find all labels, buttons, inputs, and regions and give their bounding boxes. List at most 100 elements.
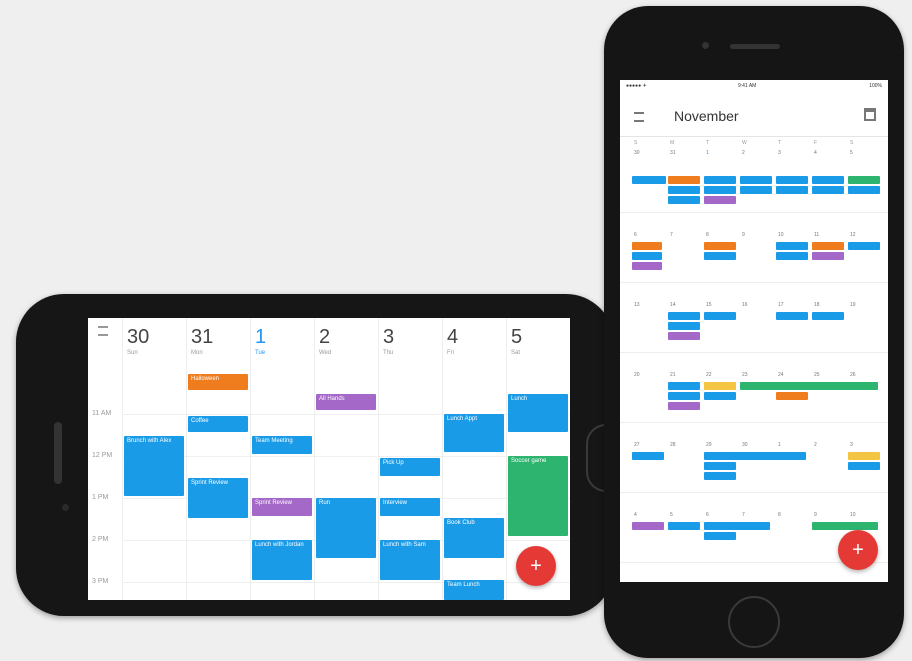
calendar-event[interactable]: Run xyxy=(316,498,376,558)
calendar-event[interactable]: Sprint Review xyxy=(188,478,248,518)
calendar-icon[interactable] xyxy=(864,108,876,121)
calendar-event[interactable] xyxy=(812,522,878,530)
day-name: Wed xyxy=(319,350,332,356)
calendar-event[interactable] xyxy=(740,176,772,184)
calendar-event[interactable] xyxy=(668,522,700,530)
calendar-event[interactable] xyxy=(740,186,772,194)
calendar-event[interactable] xyxy=(704,312,736,320)
calendar-event[interactable] xyxy=(776,176,808,184)
date-number: 12 xyxy=(850,232,856,238)
calendar-event[interactable] xyxy=(632,522,664,530)
home-button[interactable] xyxy=(728,596,780,648)
calendar-event[interactable]: Lunch with Sam xyxy=(380,540,440,580)
phone-camera xyxy=(62,504,69,511)
date-number: 2 xyxy=(742,150,745,156)
date-number: 25 xyxy=(814,372,820,378)
battery-indicator: 100% xyxy=(869,83,882,89)
calendar-event[interactable] xyxy=(704,392,736,400)
calendar-event[interactable] xyxy=(668,402,700,410)
calendar-event[interactable] xyxy=(704,382,736,390)
calendar-event[interactable] xyxy=(704,242,736,250)
calendar-event[interactable]: Brunch with Alex xyxy=(124,436,184,496)
calendar-event[interactable] xyxy=(704,472,736,480)
add-event-button[interactable]: + xyxy=(838,530,878,570)
calendar-event[interactable] xyxy=(704,186,736,194)
calendar-event[interactable]: Interview xyxy=(380,498,440,516)
menu-icon[interactable] xyxy=(634,112,644,122)
day-name: Fri xyxy=(447,350,454,356)
calendar-event[interactable] xyxy=(776,392,808,400)
date-number: 19 xyxy=(850,302,856,308)
calendar-event[interactable]: Sprint Review xyxy=(252,498,312,516)
calendar-event[interactable] xyxy=(776,186,808,194)
date-number: 17 xyxy=(778,302,784,308)
calendar-event[interactable] xyxy=(632,176,666,184)
date-number: 5 xyxy=(670,512,673,518)
calendar-event[interactable]: Lunch xyxy=(508,394,568,432)
calendar-event[interactable] xyxy=(776,242,808,250)
week-row[interactable]: 13 14 15 16 17 18 19 xyxy=(620,290,888,353)
date-number: 15 xyxy=(706,302,712,308)
calendar-event[interactable] xyxy=(632,452,664,460)
week-row[interactable]: 27 28 29 30 1 2 3 xyxy=(620,430,888,493)
calendar-event[interactable] xyxy=(704,176,736,184)
date-number: 16 xyxy=(742,302,748,308)
calendar-event[interactable]: Team Lunch xyxy=(444,580,504,600)
day-column[interactable]: 31 Mon xyxy=(186,318,251,600)
date-number: 1 xyxy=(706,150,709,156)
calendar-event[interactable]: Coffee xyxy=(188,416,248,432)
date-number: 10 xyxy=(850,512,856,518)
date-number: 3 xyxy=(850,442,853,448)
calendar-event[interactable] xyxy=(632,252,662,260)
calendar-event[interactable]: All Hands xyxy=(316,394,376,410)
calendar-event[interactable]: Team Meeting xyxy=(252,436,312,454)
date-number: 27 xyxy=(634,442,640,448)
calendar-event[interactable] xyxy=(704,462,736,470)
calendar-event[interactable] xyxy=(668,332,700,340)
calendar-event[interactable] xyxy=(812,242,844,250)
calendar-event[interactable] xyxy=(668,176,700,184)
calendar-event[interactable] xyxy=(668,186,700,194)
calendar-event[interactable] xyxy=(848,186,880,194)
calendar-event[interactable] xyxy=(704,252,736,260)
calendar-event[interactable] xyxy=(668,312,700,320)
calendar-event[interactable] xyxy=(668,382,700,390)
calendar-event[interactable] xyxy=(812,312,844,320)
calendar-event[interactable] xyxy=(812,252,844,260)
calendar-event[interactable] xyxy=(704,522,770,530)
calendar-event[interactable] xyxy=(776,312,808,320)
calendar-event[interactable] xyxy=(704,452,806,460)
calendar-event[interactable] xyxy=(704,532,736,540)
time-label: 1 PM xyxy=(92,494,109,501)
date-number: 29 xyxy=(706,442,712,448)
calendar-event[interactable] xyxy=(704,196,736,204)
calendar-event[interactable] xyxy=(848,452,880,460)
calendar-event[interactable] xyxy=(632,262,662,270)
date-number: 20 xyxy=(634,372,640,378)
calendar-event[interactable]: Halloween xyxy=(188,374,248,390)
calendar-event[interactable]: Lunch Appt xyxy=(444,414,504,452)
calendar-event[interactable] xyxy=(812,176,844,184)
calendar-event[interactable] xyxy=(740,382,878,390)
calendar-event[interactable] xyxy=(668,322,700,330)
calendar-event[interactable]: Soccer game xyxy=(508,456,568,536)
calendar-event[interactable] xyxy=(848,462,880,470)
week-row[interactable]: 30 31 1 2 3 4 5 xyxy=(620,150,888,213)
date-number: 23 xyxy=(742,372,748,378)
calendar-event[interactable] xyxy=(848,242,880,250)
week-row[interactable]: 20 21 22 23 24 25 26 xyxy=(620,360,888,423)
calendar-event[interactable]: Pick Up xyxy=(380,458,440,476)
week-row[interactable]: 6 7 8 9 10 11 12 xyxy=(620,220,888,283)
date-number: 9 xyxy=(742,232,745,238)
calendar-event[interactable] xyxy=(668,196,700,204)
calendar-event[interactable] xyxy=(668,392,700,400)
phone-earpiece xyxy=(54,422,62,484)
calendar-event[interactable]: Lunch with Jordan xyxy=(252,540,312,580)
calendar-event[interactable] xyxy=(812,186,844,194)
calendar-event[interactable] xyxy=(776,252,808,260)
calendar-event[interactable] xyxy=(848,176,880,184)
calendar-event[interactable] xyxy=(632,242,662,250)
calendar-event[interactable]: Book Club xyxy=(444,518,504,558)
add-event-button[interactable]: + xyxy=(516,546,556,586)
date-number: 24 xyxy=(778,372,784,378)
